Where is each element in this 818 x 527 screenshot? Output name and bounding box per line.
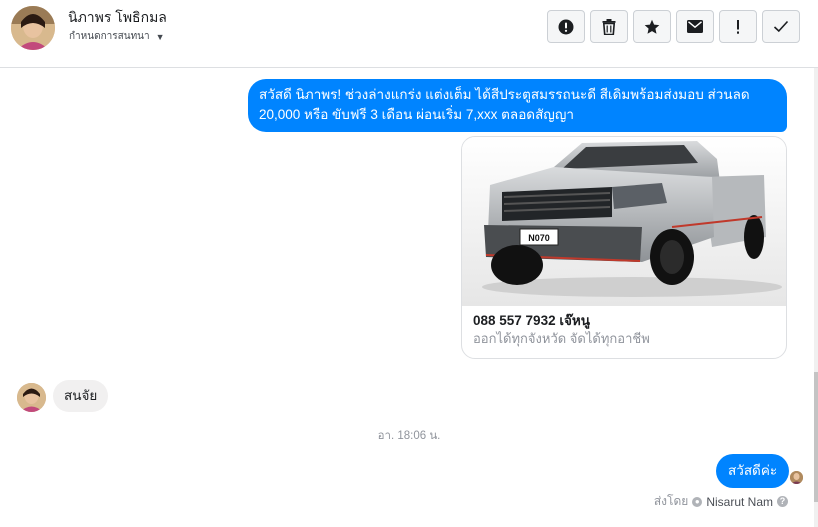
spam-button[interactable] [719, 10, 757, 43]
exclamation-icon [737, 19, 739, 34]
envelope-icon [687, 20, 703, 33]
alert-circle-icon [558, 19, 574, 34]
sent-by-label: ส่งโดย [653, 494, 689, 508]
star-button[interactable] [633, 10, 671, 43]
sent-by-name[interactable]: Nisarut Nam [706, 495, 773, 509]
card-subtitle: ออกได้ทุกจังหวัด จัดได้ทุกอาชีพ [473, 331, 650, 346]
outgoing-message[interactable]: สวัสดี นิภาพร! ช่วงล่างแกร่ง แต่งเต็ม ได… [248, 79, 787, 132]
avatar-photo [11, 6, 55, 50]
caret-down-icon: ▼ [155, 31, 165, 42]
incoming-message[interactable]: สนจัย [53, 380, 109, 412]
attachment-card[interactable]: N070 088 557 7932 เจ๊หนู ออกได้ทุกจังหวั… [461, 136, 787, 359]
car-photo: N070 [462, 137, 786, 306]
trash-icon [602, 18, 616, 35]
read-receipt-avatar [790, 471, 803, 484]
message-timestamp: อา. 18:06 น. [377, 430, 441, 442]
mark-unread-button[interactable] [676, 10, 714, 43]
contact-avatar[interactable] [11, 6, 55, 50]
report-button[interactable] [547, 10, 585, 43]
conversation-header: นิภาพร โพธิกมล กำหนดการสนทนา ▼ [0, 0, 818, 68]
done-button[interactable] [762, 10, 800, 43]
license-plate: N070 [528, 233, 550, 243]
conversation-action-label: กำหนดการสนทนา [69, 31, 150, 42]
help-icon[interactable]: ? [777, 496, 788, 507]
avatar-photo [790, 471, 803, 484]
conversation-action-dropdown[interactable]: กำหนดการสนทนา ▼ [69, 29, 165, 44]
outgoing-message[interactable]: สวัสดีค่ะ [716, 454, 790, 488]
sent-by-info: ส่งโดย ● Nisarut Nam ? [654, 492, 788, 511]
conversation-toolbar [547, 10, 800, 43]
contact-name[interactable]: นิภาพร โพธิกมล [68, 7, 167, 29]
sender-avatar[interactable] [17, 383, 46, 412]
delete-button[interactable] [590, 10, 628, 43]
avatar-photo [17, 383, 46, 412]
checkmark-icon [773, 20, 789, 33]
page-icon: ● [692, 496, 703, 507]
pickup-truck-image: N070 [462, 137, 786, 306]
scrollbar-thumb[interactable] [814, 372, 818, 502]
star-icon [644, 19, 660, 34]
